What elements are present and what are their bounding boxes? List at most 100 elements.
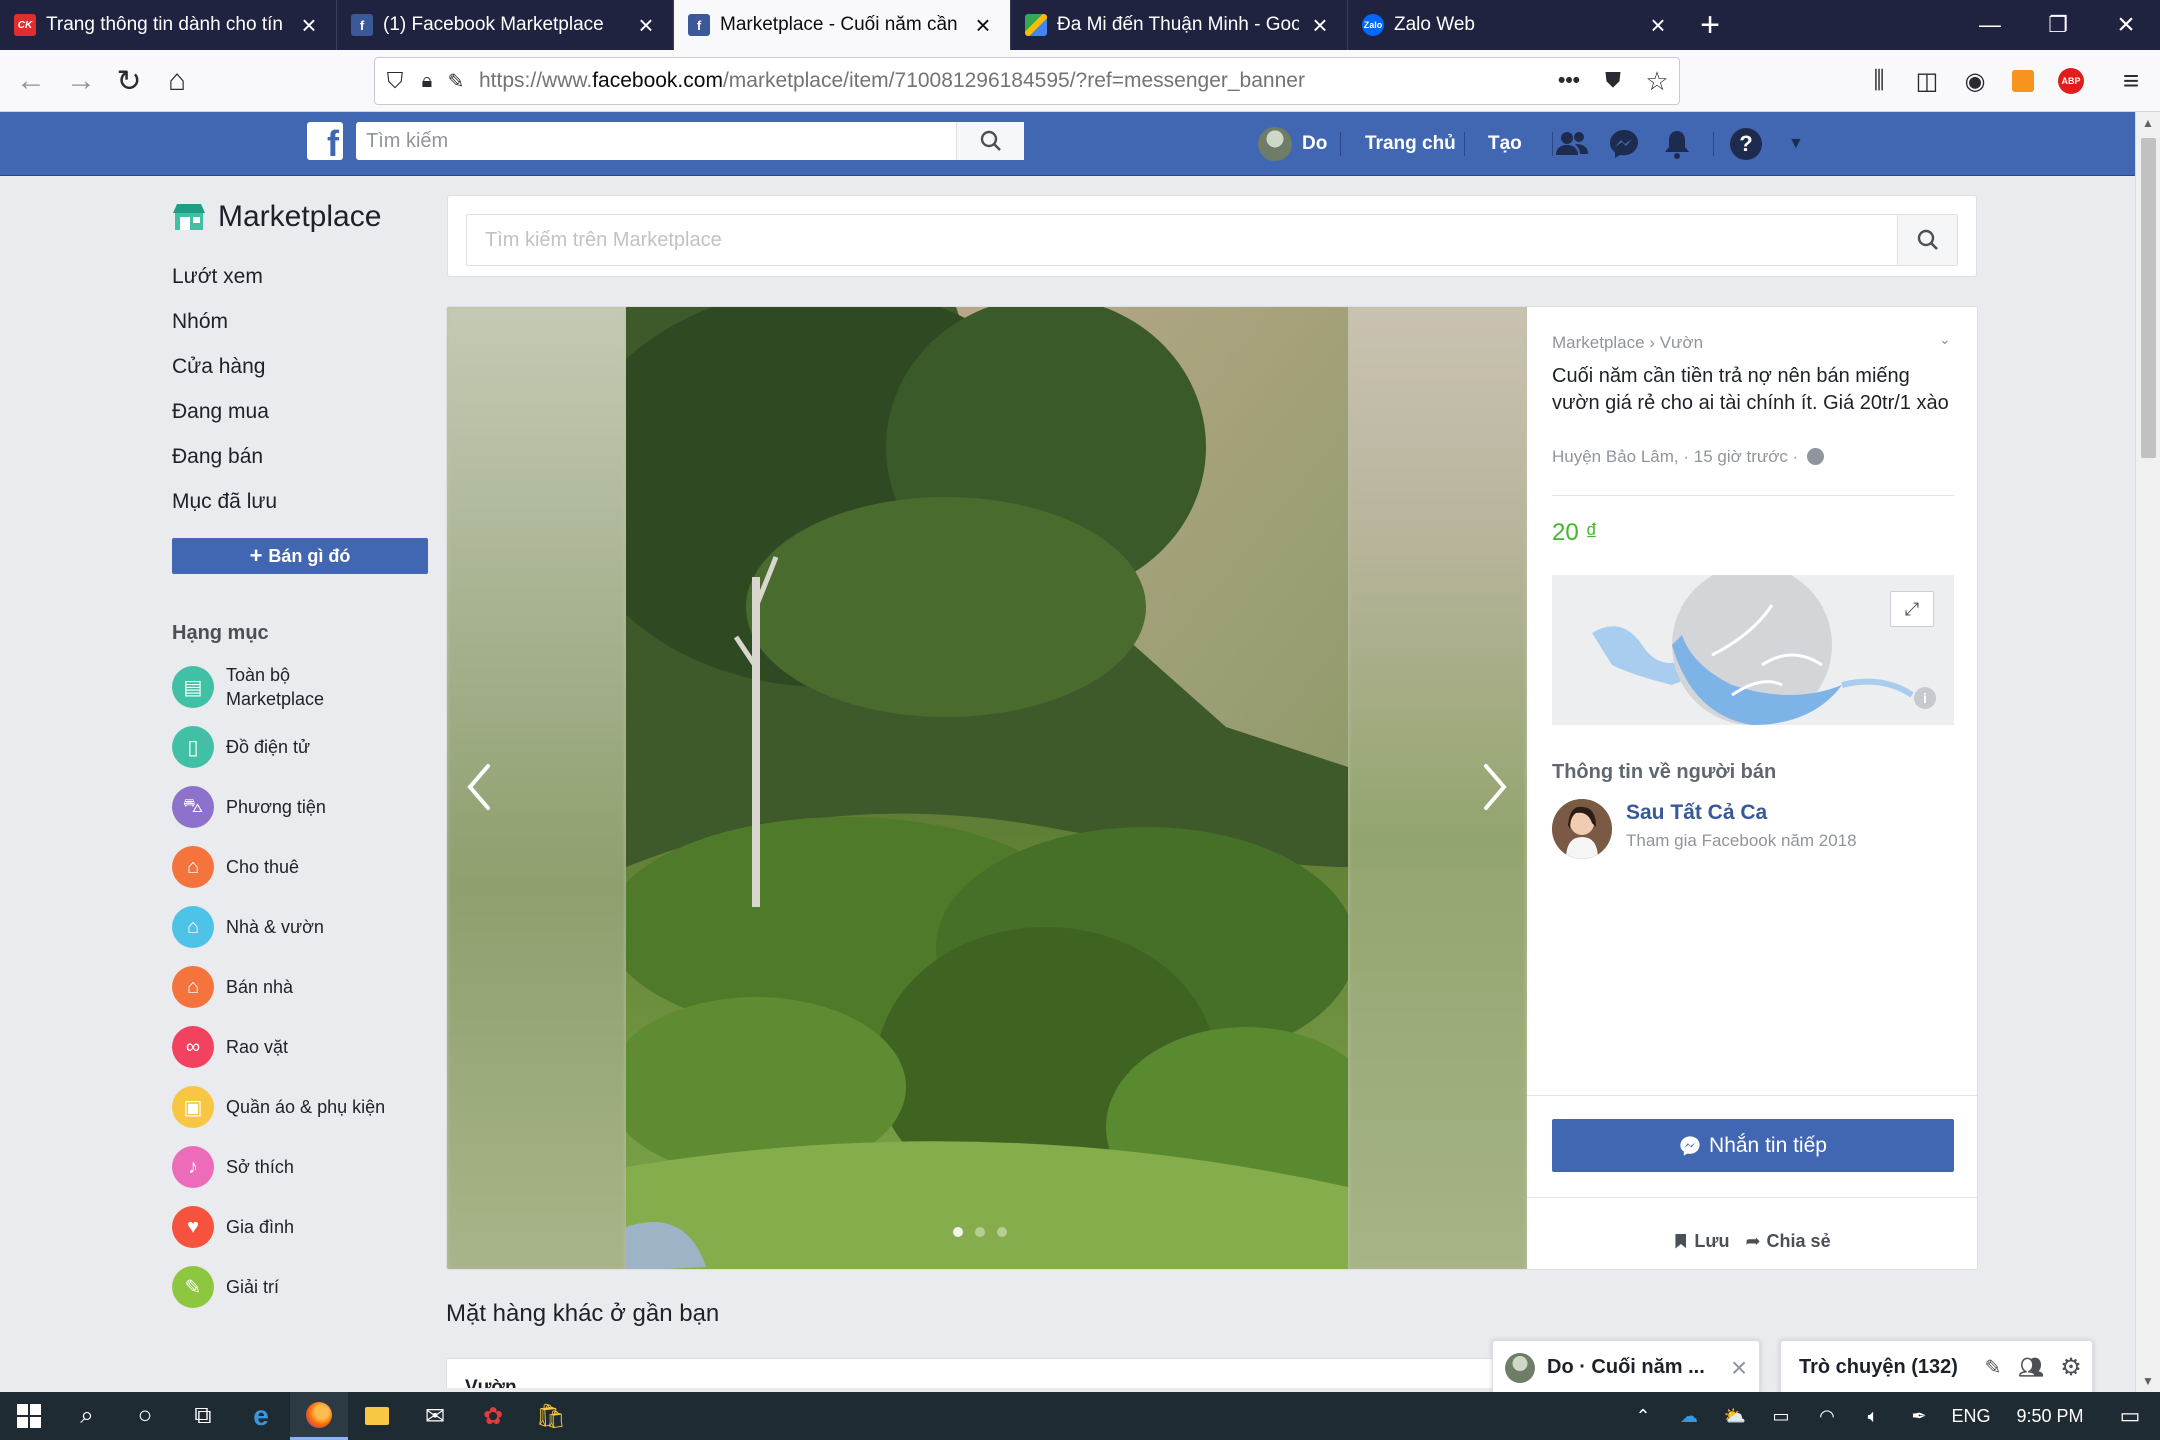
search-icon[interactable]: ⌕ [58, 1392, 116, 1440]
app-icon[interactable]: ✿ [464, 1392, 522, 1440]
category-entertainment[interactable]: ✎ Giải trí [172, 1257, 432, 1317]
close-icon[interactable]: × [970, 12, 996, 38]
category-home-garden[interactable]: ⌂ Nhà & vườn [172, 897, 432, 957]
notifications-icon[interactable]: ▭ [2100, 1403, 2160, 1429]
new-tab-button[interactable]: + [1685, 0, 1735, 50]
marketplace-search[interactable] [466, 214, 1958, 266]
breadcrumb[interactable]: Marketplace › Vườn [1552, 333, 1703, 353]
group-icon[interactable]: 👥︎ [2012, 1355, 2050, 1380]
sidebar-icon[interactable]: ◫ [1908, 62, 1946, 100]
listing-photo[interactable] [626, 307, 1348, 1269]
sidebar-item-shops[interactable]: Cửa hàng [172, 344, 432, 389]
browser-tab-1[interactable]: CK Trang thông tin dành cho tín đồ × [0, 0, 337, 50]
photo-dot[interactable] [953, 1227, 963, 1237]
language-indicator[interactable]: ENG [1942, 1406, 2000, 1427]
photo-dot[interactable] [975, 1227, 985, 1237]
store-icon[interactable]: 🛍︎ [522, 1392, 580, 1440]
firefox-icon[interactable] [290, 1392, 348, 1440]
profile-link[interactable]: Do [1258, 112, 1327, 176]
chat-conversation-tab[interactable]: Do · Cuối năm ... × [1492, 1340, 1760, 1394]
close-icon[interactable]: × [1645, 12, 1671, 38]
sidebar-item-browse[interactable]: Lướt xem [172, 254, 432, 299]
volume-icon[interactable]: 🔈︎ [1850, 1406, 1896, 1427]
marketplace-title[interactable]: Marketplace [172, 192, 432, 242]
sidebar-item-groups[interactable]: Nhóm [172, 299, 432, 344]
sell-something-button[interactable]: + Bán gì đó [172, 538, 428, 574]
home-link[interactable]: Trang chủ [1365, 112, 1456, 176]
task-view-icon[interactable]: ⧉ [174, 1392, 232, 1440]
url-bar[interactable]: ⛉ 🔒︎ ✎ https://www.facebook.com/marketpl… [374, 57, 1680, 105]
clock[interactable]: 9:50 PM [2000, 1406, 2100, 1427]
message-seller-button[interactable]: Nhắn tin tiếp [1552, 1119, 1954, 1172]
url-text[interactable]: https://www.facebook.com/marketplace/ite… [473, 69, 1547, 93]
close-icon[interactable]: × [633, 12, 659, 38]
permissions-icon[interactable]: ✎ [439, 69, 473, 94]
rss-icon[interactable] [2004, 62, 2042, 100]
reload-icon[interactable]: ↻ [108, 60, 150, 102]
facebook-search[interactable] [356, 122, 1024, 160]
pen-icon[interactable]: ✒ [1896, 1406, 1942, 1427]
lock-icon[interactable]: 🔒︎ [415, 70, 439, 93]
account-menu-icon[interactable]: ▼ [1788, 112, 1804, 176]
bookmark-star-icon[interactable]: ☆ [1635, 66, 1679, 97]
browser-tab-4[interactable]: Đa Mi đến Thuận Minh - Google × [1011, 0, 1348, 50]
cortana-icon[interactable]: ○ [116, 1392, 174, 1440]
friend-requests-icon[interactable] [1555, 112, 1589, 176]
expand-icon[interactable]: ⤢ [1890, 591, 1934, 627]
share-button[interactable]: ➦ Chia sẻ [1745, 1231, 1830, 1252]
library-icon[interactable]: ⫼ [1860, 62, 1898, 100]
scroll-up-icon[interactable]: ▲ [2142, 116, 2154, 130]
home-icon[interactable]: ⌂ [156, 60, 198, 102]
new-message-icon[interactable]: ✎ [1974, 1355, 2012, 1380]
windows-start-icon[interactable] [0, 1392, 58, 1440]
seller-avatar[interactable] [1552, 799, 1612, 859]
info-icon[interactable]: i [1914, 687, 1936, 709]
browser-tab-5[interactable]: Zalo Zalo Web × [1348, 0, 1685, 50]
adblock-icon[interactable]: ABP [2052, 62, 2090, 100]
mail-icon[interactable]: ✉ [406, 1392, 464, 1440]
account-icon[interactable]: ◉ [1956, 62, 1994, 100]
photo-dot[interactable] [997, 1227, 1007, 1237]
pocket-icon[interactable]: ⛊ [1591, 69, 1635, 93]
close-icon[interactable]: × [1307, 12, 1333, 38]
search-icon[interactable] [1897, 215, 1957, 265]
back-icon[interactable]: ← [10, 60, 52, 102]
category-hobbies[interactable]: ♪ Sở thích [172, 1137, 432, 1197]
wifi-icon[interactable]: ◠ [1804, 1406, 1850, 1427]
sidebar-item-buying[interactable]: Đang mua [172, 389, 432, 434]
restore-icon[interactable]: ❐ [2024, 0, 2092, 50]
close-icon[interactable]: × [1719, 1352, 1759, 1384]
category-vehicles[interactable]: ⛍ Phương tiện [172, 777, 432, 837]
chevron-down-icon[interactable]: ⌄ [1939, 331, 1951, 348]
category-rentals[interactable]: ⌂ Cho thuê [172, 837, 432, 897]
save-button[interactable]: Lưu [1675, 1231, 1729, 1252]
messenger-icon[interactable] [1608, 112, 1640, 176]
category-house-sale[interactable]: ⌂ Bán nhà [172, 957, 432, 1017]
category-classifieds[interactable]: ∞ Rao vặt [172, 1017, 432, 1077]
page-scrollbar[interactable]: ▲ ▼ [2135, 112, 2160, 1392]
sidebar-item-saved[interactable]: Mục đã lưu [172, 479, 432, 524]
close-window-icon[interactable]: × [2092, 0, 2160, 50]
category-clothing[interactable]: ▣ Quần áo & phụ kiện [172, 1077, 432, 1137]
seller-name[interactable]: Sau Tất Cả Ca [1626, 801, 1767, 825]
chat-sidebar-tab[interactable]: Trò chuyện (132) ✎ 👥︎ ⚙ [1780, 1340, 2093, 1394]
menu-icon[interactable]: ≡ [2112, 62, 2150, 100]
onedrive-icon[interactable]: ☁ [1666, 1406, 1712, 1427]
notifications-icon[interactable] [1662, 112, 1692, 176]
forward-icon[interactable]: → [60, 60, 102, 102]
nearby-item-card[interactable]: Vườn [446, 1358, 1498, 1388]
scroll-down-icon[interactable]: ▼ [2142, 1374, 2154, 1388]
browser-tab-2[interactable]: f (1) Facebook Marketplace × [337, 0, 674, 50]
sidebar-item-selling[interactable]: Đang bán [172, 434, 432, 479]
browser-tab-3[interactable]: f Marketplace - Cuối năm cần tiền × [674, 0, 1011, 50]
category-electronics[interactable]: ▯ Đồ điện tử [172, 717, 432, 777]
minimize-icon[interactable]: — [1956, 0, 2024, 50]
page-actions-icon[interactable]: ••• [1547, 69, 1591, 93]
help-icon[interactable]: ? [1730, 112, 1762, 176]
marketplace-search-input[interactable] [467, 228, 1897, 252]
facebook-search-input[interactable] [356, 129, 956, 153]
facebook-logo[interactable]: f [307, 122, 343, 160]
create-link[interactable]: Tạo [1488, 112, 1522, 176]
next-photo-icon[interactable] [1465, 747, 1525, 827]
shield-icon[interactable]: ⛉ [375, 68, 415, 94]
